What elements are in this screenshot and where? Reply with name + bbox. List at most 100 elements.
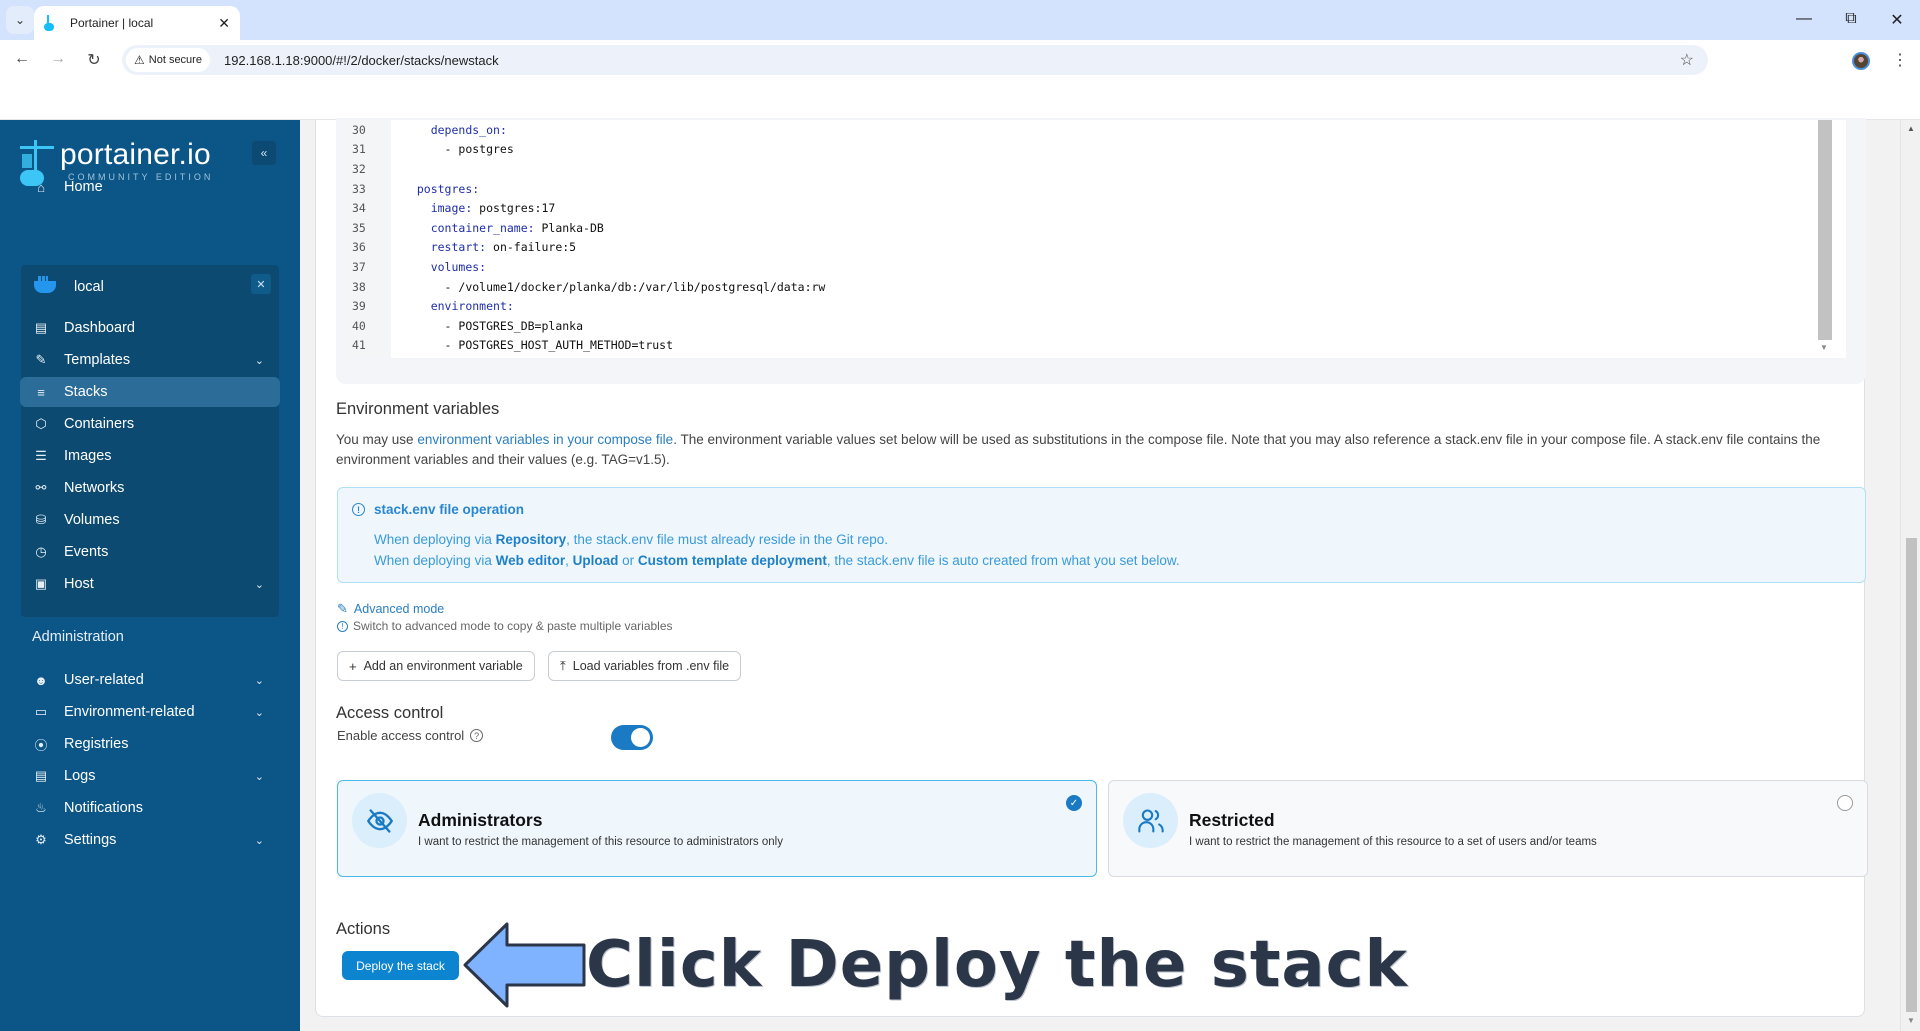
sidebar-item-environment-related[interactable]: ▭ Environment-related ⌄: [20, 697, 280, 727]
scroll-down-arrow-icon[interactable]: ▼: [1907, 1016, 1915, 1025]
code-line[interactable]: 37 volumes:: [346, 257, 1826, 277]
yaml-key: restart:: [430, 240, 487, 255]
restore-icon[interactable]: ⧉: [1836, 10, 1866, 28]
reload-icon[interactable]: ↻: [84, 50, 104, 70]
profile-avatar[interactable]: [1852, 52, 1870, 70]
tab-title: Portainer | local: [70, 16, 154, 30]
url-text: 192.168.1.18:9000/#!/2/docker/stacks/new…: [223, 52, 499, 68]
code-line[interactable]: 39 environment:: [346, 296, 1826, 316]
sidebar-item-registries[interactable]: ⦿ Registries: [20, 729, 280, 759]
option-title: Administrators: [418, 810, 543, 830]
code-line[interactable]: 36 restart: on-failure:5: [346, 238, 1826, 258]
sidebar-item-logs[interactable]: ▤ Logs ⌄: [20, 761, 280, 791]
sidebar-item-label: Volumes: [64, 512, 120, 528]
code-line[interactable]: 32: [346, 159, 1826, 179]
code-line[interactable]: 41 - POSTGRES_HOST_AUTH_METHOD=trust: [346, 336, 1826, 356]
sidebar-item-volumes[interactable]: ⛁ Volumes: [20, 505, 280, 535]
scrollbar-thumb[interactable]: [1906, 538, 1917, 1012]
tab-search-button[interactable]: ⌄: [6, 6, 34, 34]
scroll-down-arrow-icon[interactable]: ▼: [1820, 343, 1828, 352]
deploy-stack-button[interactable]: Deploy the stack: [342, 951, 459, 980]
close-window-icon[interactable]: ✕: [1882, 10, 1912, 30]
sidebar-item-notifications[interactable]: ♨ Notifications: [20, 793, 280, 823]
help-icon[interactable]: ?: [470, 729, 484, 742]
box-icon: ⬡: [35, 416, 47, 431]
back-icon[interactable]: ←: [12, 50, 32, 68]
stack-env-info-box: ! stack.env file operation When deployin…: [337, 487, 1866, 583]
editor-scrollbar[interactable]: [1818, 120, 1832, 340]
access-control-toggle[interactable]: [611, 725, 653, 750]
line-number: 34: [352, 201, 366, 216]
sidebar-item-user-related[interactable]: ☻ User-related ⌄: [20, 665, 280, 695]
line-number: 32: [352, 161, 366, 176]
yaml-value: - POSTGRES_DB=planka: [444, 318, 584, 333]
code-text: - /volume1/docker/planka/db:/var/lib/pos…: [391, 280, 826, 294]
collapse-sidebar-button[interactable]: «: [252, 141, 276, 165]
close-tab-icon[interactable]: ✕: [218, 15, 230, 32]
code-text: restart: on-failure:5: [391, 240, 576, 254]
host-icon: ▣: [34, 576, 48, 591]
code-line[interactable]: 40 - POSTGRES_DB=planka: [346, 316, 1826, 336]
browser-menu-icon[interactable]: ⋮: [1892, 50, 1908, 70]
load-env-file-button[interactable]: ⤒ Load variables from .env file: [548, 651, 742, 681]
option-description: I want to restrict the management of thi…: [1189, 836, 1597, 848]
address-bar: ← → ↻ ⚠ Not secure 192.168.1.18:9000/#!/…: [0, 40, 1920, 80]
sidebar-item-host[interactable]: ▣ Host ⌄: [20, 569, 280, 599]
docker-whale-icon: [34, 276, 56, 293]
sidebar-item-containers[interactable]: ⬡ Containers: [20, 409, 280, 439]
layers-icon: ≡: [37, 384, 45, 400]
bookmark-star-icon[interactable]: ☆: [1680, 50, 1694, 70]
code-line[interactable]: 30 depends_on:: [346, 120, 1826, 140]
sidebar-item-stacks[interactable]: ≡ Stacks: [20, 377, 280, 407]
minimize-icon[interactable]: —: [1789, 10, 1819, 28]
sidebar-item-images[interactable]: ☰ Images: [20, 441, 280, 471]
gear-icon: ⚙: [35, 832, 47, 847]
sidebar-item-dashboard[interactable]: ▤ Dashboard: [20, 313, 280, 343]
environment-header[interactable]: local: [34, 272, 270, 302]
info-text: ,: [565, 553, 573, 568]
info-icon: !: [352, 503, 365, 516]
info-bold: Repository: [495, 532, 567, 547]
network-icon: ⚯: [35, 480, 47, 495]
plus-icon: +: [349, 658, 357, 674]
security-chip[interactable]: ⚠ Not secure: [126, 48, 210, 72]
sidebar-item-home[interactable]: ⌂ Home: [20, 172, 280, 202]
code-line[interactable]: 31 - postgres: [346, 140, 1826, 160]
sidebar-item-events[interactable]: ◷ Events: [20, 537, 280, 567]
yaml-key: postgres:: [416, 181, 480, 196]
info-text: or: [618, 553, 638, 568]
compose-code-editor[interactable]: 30 depends_on: 31 - postgres 32 33 postgres…: [346, 120, 1846, 358]
checkmark-icon: ✓: [1066, 795, 1082, 811]
code-line[interactable]: 35 container_name: Planka-DB: [346, 218, 1826, 238]
browser-tab[interactable]: Portainer | local ✕: [34, 6, 240, 40]
page-scrollbar[interactable]: ▲ ▼: [1900, 120, 1920, 1031]
clear-environment-button[interactable]: ✕: [251, 274, 271, 294]
code-line[interactable]: 38 - /volume1/docker/planka/db:/var/lib/…: [346, 277, 1826, 297]
code-line[interactable]: 34 image: postgres:17: [346, 198, 1826, 218]
forward-icon[interactable]: →: [48, 50, 68, 68]
url-field[interactable]: ⚠ Not secure 192.168.1.18:9000/#!/2/dock…: [122, 45, 1708, 75]
yaml-value: Planka-DB: [534, 220, 604, 235]
access-option-restricted[interactable]: Restricted I want to restrict the manage…: [1108, 780, 1868, 877]
advanced-mode-link[interactable]: ✎ Advanced mode: [337, 601, 444, 617]
info-text: When deploying via: [374, 532, 496, 547]
scroll-up-arrow-icon[interactable]: ▲: [1907, 124, 1915, 133]
code-text: - postgres: [391, 142, 514, 156]
sidebar-item-templates[interactable]: ✎ Templates ⌄: [20, 345, 280, 375]
info-text: , the stack.env file must already reside…: [566, 532, 888, 547]
sidebar-item-networks[interactable]: ⚯ Networks: [20, 473, 280, 503]
code-text: environment:: [391, 299, 514, 313]
sidebar-item-label: Templates: [64, 352, 131, 368]
info-title: ! stack.env file operation: [352, 502, 524, 517]
sidebar-item-settings[interactable]: ⚙ Settings ⌄: [20, 825, 280, 855]
edit-icon: ✎: [35, 352, 47, 367]
yaml-key: volumes:: [430, 259, 487, 274]
env-vars-docs-link[interactable]: environment variables in your compose fi…: [417, 432, 673, 447]
add-env-variable-button[interactable]: + Add an environment variable: [337, 651, 535, 681]
access-option-administrators[interactable]: Administrators I want to restrict the ma…: [337, 780, 1097, 877]
chevron-down-icon: ⌄: [254, 770, 264, 783]
drive-icon: ▭: [34, 704, 48, 719]
administration-heading: Administration: [32, 629, 124, 645]
code-line[interactable]: 33 postgres:: [346, 179, 1826, 199]
eye-off-icon: [352, 793, 407, 848]
